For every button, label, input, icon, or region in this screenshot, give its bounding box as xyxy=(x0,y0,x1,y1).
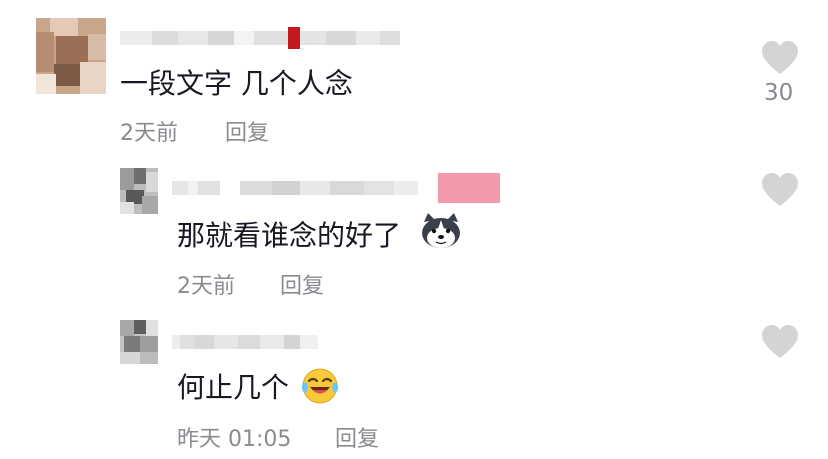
username-blurred[interactable] xyxy=(172,173,500,203)
like-button[interactable] xyxy=(760,40,800,76)
reply-button[interactable]: 回复 xyxy=(225,115,269,147)
like-count: 30 xyxy=(764,80,794,106)
reply-button[interactable]: 回复 xyxy=(335,421,379,453)
comment-text: 一段文字 几个人念 xyxy=(120,67,353,100)
heart-icon xyxy=(762,173,798,206)
husky-dog-emoji xyxy=(420,212,462,250)
laughing-tears-emoji xyxy=(300,366,340,406)
comment-time: 2天前 xyxy=(177,274,235,299)
reply-button[interactable]: 回复 xyxy=(280,268,324,300)
heart-icon xyxy=(762,325,798,358)
comment-text: 那就看谁念的好了 xyxy=(177,219,402,252)
username-blurred[interactable] xyxy=(172,330,318,354)
like-button[interactable] xyxy=(760,324,800,360)
avatar[interactable] xyxy=(120,168,158,214)
like-button[interactable] xyxy=(760,172,800,208)
avatar[interactable] xyxy=(120,320,158,364)
username-blurred[interactable] xyxy=(120,26,400,50)
comment-time: 2天前 xyxy=(120,121,178,146)
comment-text: 何止几个 xyxy=(177,371,290,404)
avatar[interactable] xyxy=(36,18,106,94)
comment-time: 昨天 01:05 xyxy=(177,427,292,452)
heart-icon xyxy=(762,41,798,74)
